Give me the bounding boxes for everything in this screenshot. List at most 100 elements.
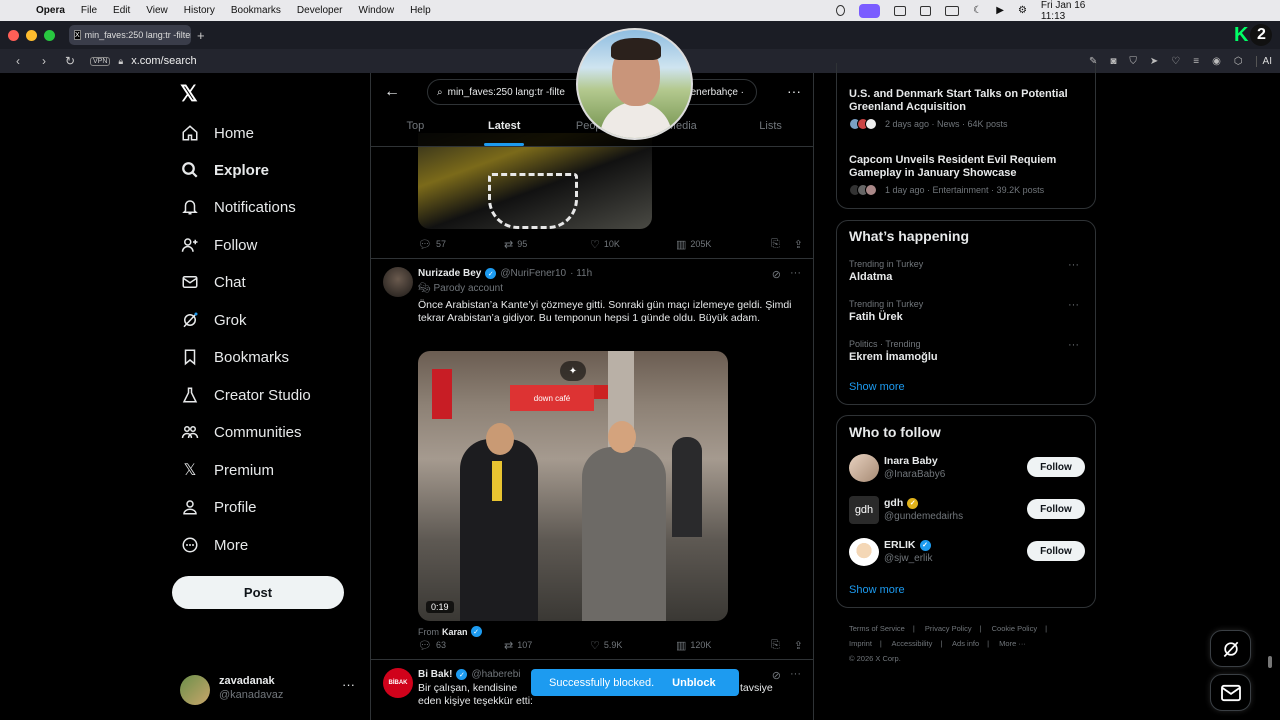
reload-icon[interactable]: ↻ (62, 54, 78, 68)
footer-link-terms[interactable]: Terms of Service (849, 624, 905, 633)
screen-record-icon[interactable] (858, 3, 881, 18)
cube-icon[interactable]: ⬡ (1234, 56, 1243, 67)
reply-button[interactable]: 💬︎ 57 (418, 238, 504, 251)
nav-profile[interactable]: Profile (180, 497, 257, 517)
repost-button[interactable]: ⇄ 107 (504, 639, 590, 652)
source-name[interactable]: Karan (442, 627, 468, 637)
vpn-badge[interactable]: VPN (90, 56, 111, 66)
avatar[interactable]: gdh (849, 496, 879, 524)
moon-icon[interactable]: ☾ (973, 5, 982, 16)
nav-explore[interactable]: Explore (180, 160, 269, 180)
share-icon[interactable]: ⇪ (794, 639, 803, 652)
more-dots-icon[interactable]: ··· (1068, 339, 1079, 351)
show-more-link[interactable]: Show more (849, 381, 905, 393)
avatar[interactable] (849, 454, 879, 482)
show-more-link[interactable]: Show more (849, 584, 905, 596)
tweet-media-image[interactable] (418, 133, 652, 229)
more-dots-icon[interactable]: ··· (790, 668, 801, 680)
more-dots-icon[interactable]: ··· (787, 83, 801, 99)
more-dots-icon[interactable]: ··· (1068, 299, 1079, 311)
follow-suggestion[interactable]: ERLIK ✓ @sjw_erlik Follow (849, 538, 1085, 568)
display-icon[interactable] (919, 5, 931, 16)
footer-link-imprint[interactable]: Imprint (849, 639, 872, 648)
menu-window[interactable]: Window (359, 5, 395, 16)
news-item[interactable]: Capcom Unveils Resident Evil Requiem Gam… (849, 154, 1085, 196)
grok-icon[interactable]: ⊘ (772, 268, 781, 281)
author-handle[interactable]: @haberebi (471, 669, 520, 680)
nav-notifications[interactable]: Notifications (180, 197, 296, 217)
menu-app-name[interactable]: Opera (36, 5, 65, 16)
share-icon[interactable]: ⇪ (794, 238, 803, 251)
nav-bookmarks[interactable]: Bookmarks (180, 347, 289, 367)
x-logo-icon[interactable]: 𝕏 (180, 81, 198, 107)
trend-item[interactable]: Trending in Turkey Aldatma ··· (849, 259, 1085, 283)
post-button[interactable]: Post (172, 576, 344, 609)
scrollbar[interactable] (1268, 656, 1272, 668)
menu-developer[interactable]: Developer (297, 5, 343, 16)
new-tab-button[interactable]: + (197, 28, 205, 43)
more-dots-icon[interactable]: ··· (790, 267, 801, 279)
nav-follow[interactable]: Follow (180, 235, 257, 255)
url-field[interactable]: x.com/search (131, 55, 196, 67)
follow-button[interactable]: Follow (1027, 457, 1085, 477)
reply-button[interactable]: 💬︎ 63 (418, 639, 504, 652)
profile-icon[interactable]: ◉ (1212, 56, 1221, 67)
play-icon[interactable]: ▶ (996, 5, 1004, 16)
avatar[interactable]: BİBAK (383, 668, 413, 698)
menu-bookmarks[interactable]: Bookmarks (231, 5, 281, 16)
grok-icon[interactable]: ⊘ (772, 669, 781, 682)
account-switcher[interactable]: zavadanak @kanadavaz ··· (180, 673, 360, 705)
shield-icon[interactable]: ⛉ (1129, 56, 1137, 67)
footer-link-accessibility[interactable]: Accessibility (892, 639, 933, 648)
menu-help[interactable]: Help (410, 5, 431, 16)
camera-icon[interactable]: ◙ (1110, 56, 1116, 67)
status-icon[interactable] (836, 5, 845, 16)
menu-history[interactable]: History (184, 5, 215, 16)
views-button[interactable]: ▥ 120K (676, 639, 762, 652)
avatar[interactable] (849, 538, 879, 566)
menu-view[interactable]: View (146, 5, 168, 16)
battery-icon[interactable] (944, 5, 960, 16)
tweet-card[interactable]: Nurizade Bey ✓ @NuriFener10 · 11h ⊘ ··· … (371, 267, 813, 667)
lock-icon[interactable]: 🔒︎ (118, 56, 123, 67)
menubar-clock[interactable]: Fri Jan 16 11:13 (1041, 0, 1096, 22)
tab-lists[interactable]: Lists (726, 118, 813, 146)
zoom-window-button[interactable] (44, 29, 55, 41)
webcam-overlay[interactable] (576, 28, 693, 140)
forward-icon[interactable]: › (36, 54, 52, 68)
follow-button[interactable]: Follow (1027, 499, 1085, 519)
footer-link-cookie[interactable]: Cookie Policy (992, 624, 1037, 633)
author-name[interactable]: Bi Bak! (418, 669, 452, 680)
nav-chat[interactable]: Chat (180, 272, 246, 292)
nav-premium[interactable]: 𝕏 Premium (180, 460, 274, 480)
author-handle[interactable]: @NuriFener10 (500, 268, 566, 279)
news-item[interactable]: U.S. and Denmark Start Talks on Potentia… (849, 88, 1085, 130)
nav-home[interactable]: Home (180, 123, 254, 143)
heart-icon[interactable]: ♡ (1171, 56, 1180, 67)
avatar[interactable] (383, 267, 413, 297)
more-dots-icon[interactable]: ··· (1068, 259, 1079, 271)
repost-button[interactable]: ⇄ 95 (504, 238, 590, 251)
like-button[interactable]: ♡ 5.9K (590, 639, 676, 652)
trend-item[interactable]: Trending in Turkey Fatih Ürek ··· (849, 299, 1085, 323)
nav-creator-studio[interactable]: Creator Studio (180, 385, 311, 405)
browser-tab[interactable]: X min_faves:250 lang:tr -filter (69, 25, 191, 45)
bookmark-icon[interactable]: ⎘ (771, 238, 780, 251)
footer-link-privacy[interactable]: Privacy Policy (925, 624, 972, 633)
menu-file[interactable]: File (81, 5, 97, 16)
author-name[interactable]: Nurizade Bey (418, 268, 481, 279)
like-button[interactable]: ♡ 10K (590, 238, 676, 251)
send-icon[interactable]: ➤ (1150, 56, 1158, 67)
follow-suggestion[interactable]: Inara Baby @InaraBaby6 Follow (849, 454, 1085, 484)
nav-grok[interactable]: Grok (180, 310, 247, 330)
minimize-window-button[interactable] (26, 29, 37, 41)
footer-link-ads-info[interactable]: Ads info (952, 639, 979, 648)
control-center-icon[interactable]: ⚙ (1018, 5, 1027, 16)
views-button[interactable]: ▥ 205K (676, 238, 762, 251)
tweet-time[interactable]: · 11h (570, 268, 592, 279)
tweet-video[interactable]: down café ✦ 0:19 (418, 351, 728, 621)
trend-item[interactable]: Politics · Trending Ekrem İmamoğlu ··· (849, 339, 1085, 363)
more-dots-icon[interactable]: ··· (342, 677, 355, 692)
list-icon[interactable]: ≡ (1193, 56, 1199, 67)
follow-button[interactable]: Follow (1027, 541, 1085, 561)
